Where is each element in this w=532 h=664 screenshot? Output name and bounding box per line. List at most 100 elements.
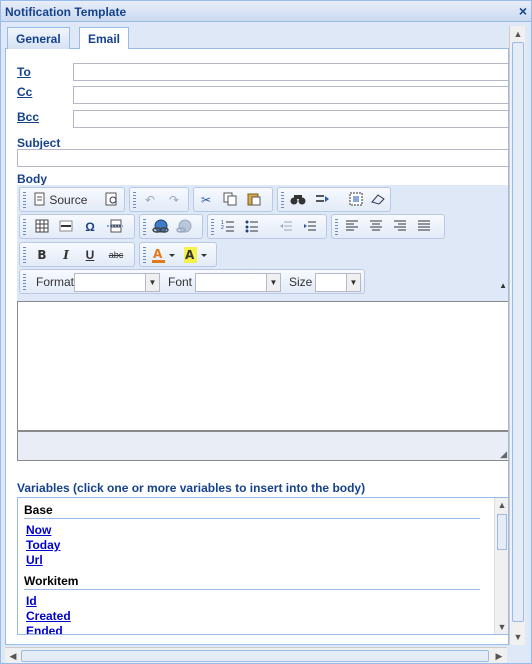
resize-grip-icon[interactable]: ◢ — [500, 449, 507, 460]
toolbar-grip[interactable] — [143, 247, 146, 263]
toolbar-group-links — [139, 214, 203, 239]
toolbar-grip[interactable] — [143, 219, 146, 235]
strike-icon[interactable]: abc — [106, 247, 126, 263]
scroll-up-icon[interactable]: ▲ — [512, 28, 524, 40]
copy-icon[interactable] — [222, 192, 238, 208]
size-label: Size — [289, 275, 313, 289]
bold-icon[interactable]: B — [34, 247, 50, 263]
omega-icon[interactable]: Ω — [82, 219, 98, 235]
toolbar-group-colors: A A — [139, 242, 217, 267]
toolbar-grip[interactable] — [335, 219, 338, 235]
eraser-icon[interactable] — [370, 192, 386, 208]
body-label: Body — [17, 172, 47, 186]
variable-now[interactable]: Now — [26, 523, 51, 537]
variable-url[interactable]: Url — [26, 553, 43, 567]
variable-created[interactable]: Created — [26, 609, 71, 623]
paste-icon[interactable] — [246, 192, 262, 208]
redo-icon[interactable]: ↷ — [166, 192, 182, 208]
toolbar-grip[interactable] — [23, 274, 26, 290]
horizontal-rule-icon[interactable] — [58, 219, 74, 235]
text-color-icon[interactable]: A — [152, 247, 178, 263]
variable-today[interactable]: Today — [26, 538, 60, 552]
tab-bar: General Email — [5, 25, 509, 50]
variable-group-base: Base — [24, 503, 53, 517]
toolbar-group-document: Source — [19, 187, 125, 212]
toolbar-group-undo: ↶ ↷ — [129, 187, 189, 212]
toolbar-grip[interactable] — [133, 192, 136, 208]
to-field[interactable] — [73, 63, 508, 81]
toolbar-grip[interactable] — [23, 247, 26, 263]
scroll-down-icon[interactable]: ▼ — [512, 631, 524, 643]
toolbar-collapse-icon[interactable]: ▲ — [499, 281, 507, 290]
background-color-icon[interactable]: A — [184, 247, 210, 263]
source-button[interactable]: Source — [34, 192, 104, 208]
align-left-icon[interactable] — [344, 219, 360, 235]
scroll-up-icon[interactable]: ▲ — [496, 499, 508, 511]
select-all-icon[interactable] — [348, 192, 364, 208]
numbered-list-icon[interactable]: 12 — [220, 219, 236, 235]
variables-list: Base Now Today Url Workitem Id Created E… — [17, 497, 508, 635]
bcc-field[interactable] — [73, 110, 508, 128]
tab-email[interactable]: Email — [79, 27, 130, 50]
italic-icon[interactable]: I — [58, 247, 74, 263]
window-horizontal-scrollbar[interactable]: ◀ ▶ — [5, 647, 507, 663]
toolbar-grip[interactable] — [23, 219, 26, 235]
chevron-down-icon: ▼ — [145, 274, 159, 291]
replace-icon[interactable] — [314, 192, 330, 208]
variable-id[interactable]: Id — [26, 594, 37, 608]
window-titlebar[interactable]: Notification Template × — [1, 1, 531, 22]
outdent-icon[interactable] — [278, 219, 294, 235]
group-divider — [24, 589, 480, 590]
toolbar-grip[interactable] — [281, 192, 284, 208]
toolbar-group-styles: Format ▼ Font ▼ Size ▼ — [19, 269, 365, 294]
find-icon[interactable] — [290, 192, 306, 208]
tab-general[interactable]: General — [7, 27, 70, 49]
indent-icon[interactable] — [302, 219, 318, 235]
scrollbar-thumb[interactable] — [497, 514, 507, 550]
scrollbar-thumb[interactable] — [21, 650, 489, 662]
toolbar-group-align — [331, 214, 445, 239]
close-icon[interactable]: × — [519, 3, 527, 19]
format-select[interactable]: ▼ — [74, 273, 160, 292]
align-center-icon[interactable] — [368, 219, 384, 235]
scroll-right-icon[interactable]: ▶ — [493, 650, 505, 662]
subject-label: Subject — [17, 136, 61, 150]
preview-icon — [105, 192, 117, 206]
chevron-down-icon: ▼ — [266, 274, 280, 291]
subject-field[interactable] — [17, 149, 508, 167]
svg-text:A: A — [185, 248, 195, 262]
variable-ended[interactable]: Ended — [26, 624, 63, 634]
toolbar-group-lists: 12 — [207, 214, 327, 239]
notification-template-window: Notification Template × General Email To… — [0, 0, 532, 664]
size-select[interactable]: ▼ — [315, 273, 361, 292]
font-select[interactable]: ▼ — [195, 273, 281, 292]
page-break-icon[interactable] — [106, 219, 124, 235]
window-vertical-scrollbar[interactable]: ▲ ▼ — [509, 26, 525, 645]
body-editor[interactable] — [17, 301, 508, 431]
cc-label: Cc — [17, 85, 33, 99]
link-icon[interactable] — [152, 219, 170, 235]
scrollbar-thumb[interactable] — [512, 42, 524, 622]
justify-icon[interactable] — [416, 219, 432, 235]
table-icon[interactable] — [34, 219, 50, 235]
email-tab-panel: To Cc Bcc Subject Body Source ↶ ↷ ✂ Ω 1 … — [5, 49, 509, 645]
group-divider — [24, 518, 480, 519]
align-right-icon[interactable] — [392, 219, 408, 235]
toolbar-grip[interactable] — [211, 219, 214, 235]
svg-text:A: A — [153, 247, 163, 261]
source-label: Source — [49, 193, 88, 207]
undo-icon[interactable]: ↶ — [142, 192, 158, 208]
unlink-icon[interactable] — [176, 219, 194, 235]
underline-icon[interactable]: U — [82, 247, 98, 263]
cut-icon[interactable]: ✂ — [198, 192, 214, 208]
toolbar-grip[interactable] — [23, 192, 26, 208]
chevron-down-icon: ▼ — [346, 274, 360, 291]
preview-button[interactable] — [104, 192, 120, 208]
bulleted-list-icon[interactable] — [244, 219, 260, 235]
scroll-left-icon[interactable]: ◀ — [7, 650, 19, 662]
scroll-down-icon[interactable]: ▼ — [496, 621, 508, 633]
cc-field[interactable] — [73, 86, 508, 104]
editor-resize-bar[interactable]: ◢ — [17, 431, 508, 461]
variables-header: Variables (click one or more variables t… — [17, 481, 366, 495]
variables-scrollbar[interactable]: ▲ ▼ — [494, 498, 508, 634]
